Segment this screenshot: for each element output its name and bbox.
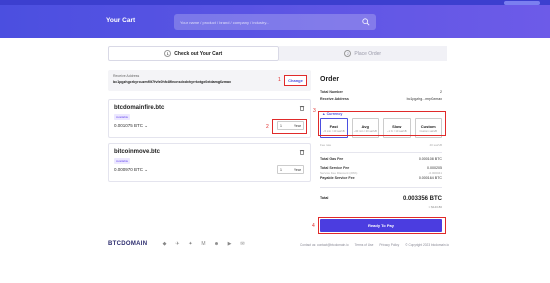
telegram-icon[interactable]: ✈ xyxy=(173,239,182,248)
search-input[interactable] xyxy=(180,19,362,25)
payable-fee-value: 0.000164 BTC xyxy=(418,176,442,180)
cart-item: bitcoinmove.btc Available 0.000970 BTC ⌄… xyxy=(108,143,311,182)
step-check-out-cart[interactable]: 1 Check out Your Cart xyxy=(108,46,279,61)
medium-icon[interactable]: M xyxy=(199,239,208,248)
copyright-text: © Copyright 2023 btcdomain.io xyxy=(405,243,450,247)
duration-select[interactable]: 1 Year xyxy=(277,165,304,174)
gas-fee-row: Total Gas Fee 0.000108 BTC xyxy=(320,157,442,161)
youtube-icon[interactable]: ▶ xyxy=(225,239,234,248)
receive-address-label: Receive Address xyxy=(113,74,140,78)
payable-fee-label: Payable Service Fee xyxy=(320,176,355,180)
status-badge: Available xyxy=(114,114,131,120)
fee-rate-label: Fee rate xyxy=(320,143,332,147)
step-number: 2 xyxy=(344,50,352,57)
footer-links: Contact us: contact@btcdomain.io Terms o… xyxy=(300,243,449,247)
annotation-box-2 xyxy=(272,119,307,134)
service-discount-label: Service Fee Discount (20%) xyxy=(320,171,358,175)
step-label: Place Order xyxy=(354,50,382,57)
total-value: 0.003356 BTC xyxy=(402,196,442,202)
annotation-3: 3 xyxy=(313,108,316,114)
annotation-box-3 xyxy=(318,111,446,136)
step-label: Check out Your Cart xyxy=(174,50,223,57)
service-fee-value: 0.000205 xyxy=(427,166,442,170)
total-usd: ≈ $143.80 xyxy=(428,205,442,209)
receive-address-label: Receive Address xyxy=(320,97,349,101)
service-discount-row: Service Fee Discount (20%) -0.000041 xyxy=(320,171,442,175)
total-number-label: Total Number xyxy=(320,90,343,94)
receive-address-value: bc1pgzhg...mrp0zmax xyxy=(406,97,442,101)
item-price: 0.001075 BTC ⌄ xyxy=(114,123,149,128)
email-icon[interactable]: ✉ xyxy=(238,239,247,248)
receive-address-value: bc1pgzhgcrkyrcuzmf0t7fvfx0hfc8flncnsdxdx… xyxy=(113,80,232,84)
step-number: 1 xyxy=(164,50,172,57)
service-discount-value: -0.000041 xyxy=(428,171,442,175)
divider xyxy=(320,187,442,188)
receive-address-row: Receive Address bc1pgzhg...mrp0zmax xyxy=(320,97,442,101)
delete-icon[interactable] xyxy=(299,149,305,155)
gas-fee-value: 0.000108 BTC xyxy=(418,157,442,161)
browser-top-bar xyxy=(0,0,550,5)
total-row: Total 0.003356 BTC xyxy=(320,196,442,202)
annotation-2: 2 xyxy=(266,124,269,130)
social-links: ◆ ✈ ✦ M ☻ ▶ ✉ xyxy=(160,239,247,248)
fee-rate-row: Fee rate 40 sat/vB xyxy=(320,143,442,147)
change-address-button[interactable]: Change xyxy=(284,75,307,86)
search-icon[interactable] xyxy=(362,18,370,26)
divider xyxy=(320,152,442,153)
page-title: Your Cart xyxy=(106,17,136,24)
domain-name: btcdomainfire.btc xyxy=(114,105,165,111)
order-title: Order xyxy=(320,76,340,83)
duration-unit: Year xyxy=(293,167,301,172)
twitter-icon[interactable]: ✦ xyxy=(186,239,195,248)
privacy-link[interactable]: Privacy Policy xyxy=(379,243,399,247)
total-number-row: Total Number 2 xyxy=(320,90,442,94)
step-place-order[interactable]: 2 Place Order xyxy=(278,46,447,61)
payable-fee-row: Payable Service Fee 0.000164 BTC xyxy=(320,176,442,180)
domain-name: bitcoinmove.btc xyxy=(114,149,161,155)
delete-icon[interactable] xyxy=(299,105,305,111)
search-bar[interactable] xyxy=(174,14,376,30)
header-bar: Your Cart xyxy=(0,0,550,38)
duration-qty: 1 xyxy=(280,167,282,172)
status-badge: Available xyxy=(114,158,131,164)
checkout-steps: 1 Check out Your Cart 2 Place Order xyxy=(108,46,447,61)
annotation-4: 4 xyxy=(312,223,315,229)
annotation-1: 1 xyxy=(278,77,281,83)
top-pill xyxy=(504,1,540,5)
discord-icon[interactable]: ☻ xyxy=(212,239,221,248)
service-fee-row: Total Service Fee 0.000205 xyxy=(320,166,442,170)
github-icon[interactable]: ◆ xyxy=(160,239,169,248)
service-fee-label: Total Service Fee xyxy=(320,166,350,170)
item-price: 0.000970 BTC ⌄ xyxy=(114,167,149,172)
footer-logo: BTCDOMAIN xyxy=(108,241,148,247)
annotation-box-4 xyxy=(318,217,446,234)
terms-link[interactable]: Terms of Use xyxy=(355,243,374,247)
total-label: Total xyxy=(320,196,329,200)
gas-fee-label: Total Gas Fee xyxy=(320,157,344,161)
fee-rate-value: 40 sat/vB xyxy=(429,143,442,147)
total-number-value: 2 xyxy=(440,90,442,94)
contact-link[interactable]: Contact us: contact@btcdomain.io xyxy=(300,243,349,247)
order-summary: Order Total Number 2 Receive Address bc1… xyxy=(314,70,448,238)
